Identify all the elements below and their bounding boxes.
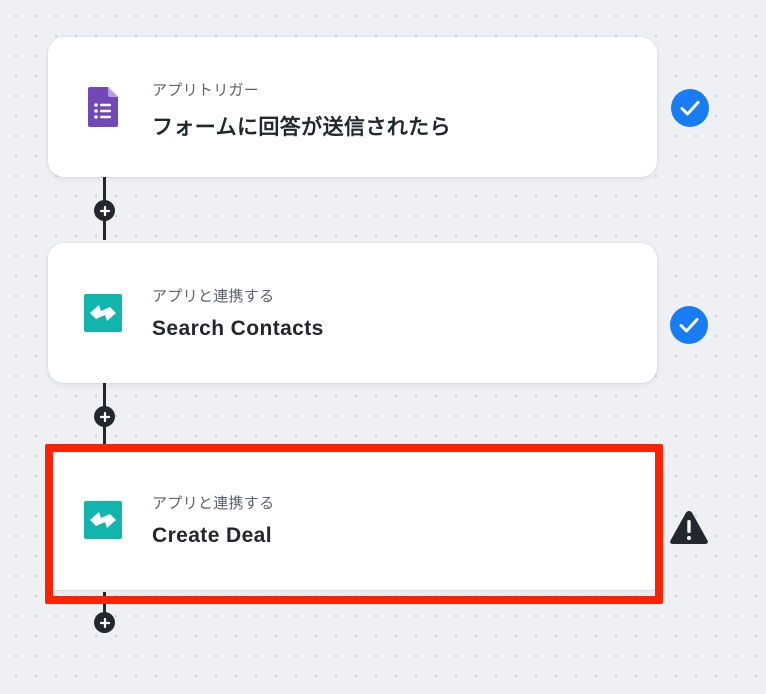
check-icon xyxy=(669,305,709,345)
step-subtitle: アプリトリガー xyxy=(152,82,260,99)
app-tealbox-icon xyxy=(84,501,122,539)
step-subtitle: アプリと連携する xyxy=(152,495,275,512)
plus-icon xyxy=(99,617,110,628)
step-card-search-contacts[interactable]: アプリと連携する Search Contacts xyxy=(48,243,657,383)
step-card-trigger[interactable]: アプリトリガー フォームに回答が送信されたら xyxy=(48,37,657,177)
step-card-create-deal[interactable]: アプリと連携する Create Deal xyxy=(48,450,657,590)
add-step-button[interactable] xyxy=(94,406,115,427)
plus-icon xyxy=(99,411,110,422)
warning-icon xyxy=(668,508,710,548)
plus-icon xyxy=(99,205,110,216)
check-icon xyxy=(670,88,710,128)
step-title: Create Deal xyxy=(152,524,272,547)
add-step-button[interactable] xyxy=(94,612,115,633)
add-step-button[interactable] xyxy=(94,200,115,221)
app-tealbox-icon xyxy=(84,294,122,332)
step-title: Search Contacts xyxy=(152,317,324,340)
step-subtitle: アプリと連携する xyxy=(152,288,275,305)
google-forms-icon xyxy=(84,87,122,127)
step-title: フォームに回答が送信されたら xyxy=(152,116,451,139)
